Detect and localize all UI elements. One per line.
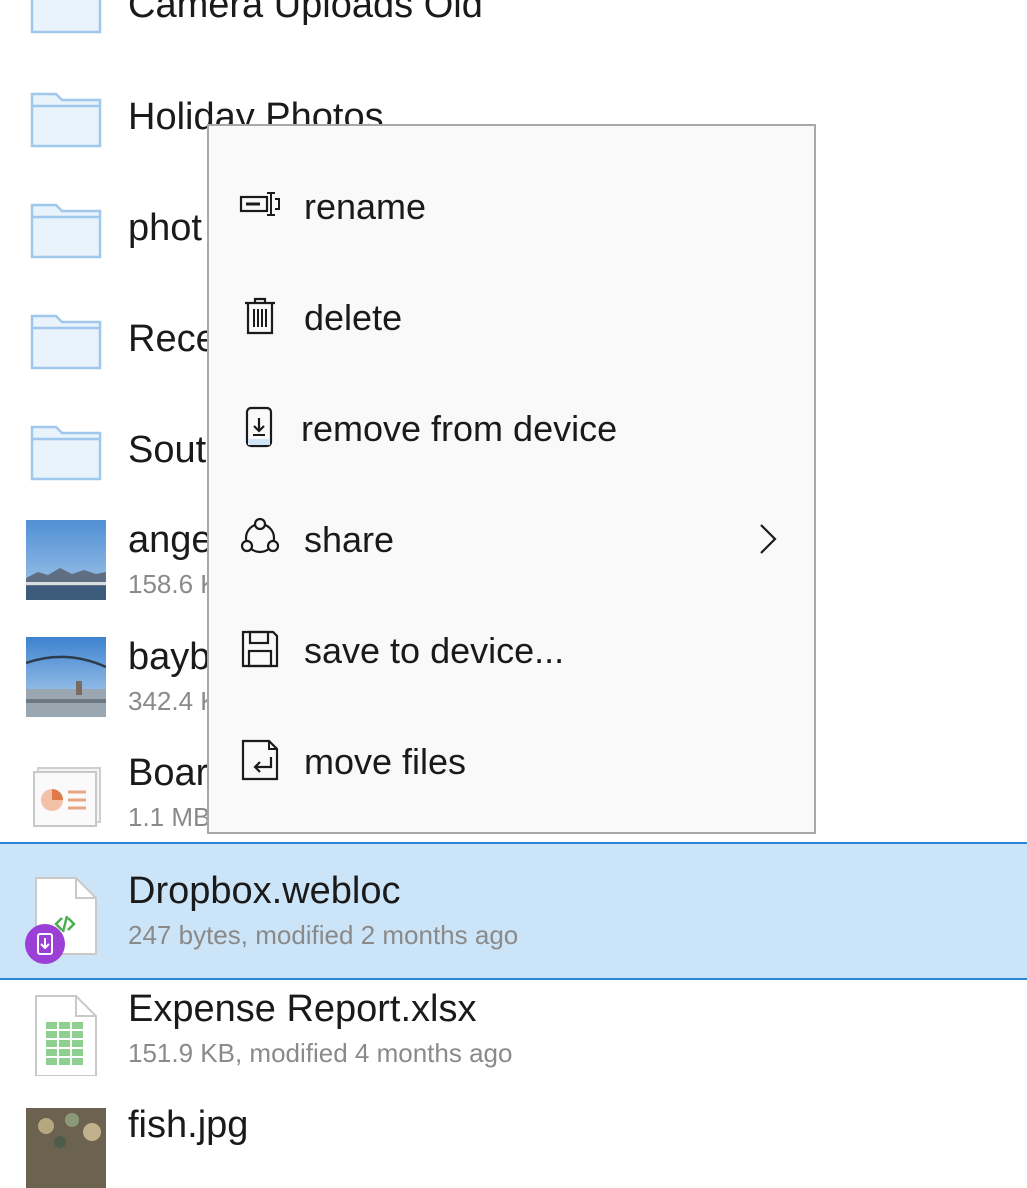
menu-item-rename[interactable]: rename [209, 150, 814, 261]
menu-item-label: share [304, 519, 395, 560]
file-name: ange [128, 519, 213, 561]
rename-icon [239, 192, 280, 216]
list-item-folder[interactable]: Camera Uploads Old [0, 0, 1027, 70]
context-menu: rename delete remove from device share s… [207, 124, 816, 834]
floppy-disk-icon [241, 630, 279, 668]
menu-item-remove-from-device[interactable]: remove from device [209, 372, 814, 483]
phone-download-icon [245, 406, 273, 448]
file-name: Expense Report.xlsx [128, 988, 477, 1030]
image-thumbnail [26, 520, 106, 600]
file-name: phot [128, 207, 202, 249]
file-name: Rece [128, 318, 217, 360]
spreadsheet-file-icon [35, 995, 97, 1076]
file-name: bayb [128, 636, 211, 678]
menu-item-save-to-device[interactable]: save to device... [209, 594, 814, 705]
folder-icon [30, 203, 102, 259]
file-name: Dropbox.webloc [128, 870, 401, 912]
list-item-selected[interactable]: Dropbox.webloc 247 bytes, modified 2 mon… [0, 842, 1027, 980]
move-file-icon [241, 739, 279, 781]
file-details: 342.4 K [128, 686, 218, 716]
folder-icon [30, 314, 102, 370]
presentation-file-icon [33, 767, 101, 827]
menu-item-share[interactable]: share [209, 483, 814, 594]
trash-icon [245, 297, 275, 335]
list-item-spreadsheet[interactable]: Expense Report.xlsx 151.9 KB, modified 4… [0, 982, 1027, 1082]
file-details: 247 bytes, modified 2 months ago [128, 920, 519, 950]
menu-item-move-files[interactable]: move files [209, 705, 814, 816]
list-item-image[interactable]: fish.jpg [0, 1100, 1027, 1188]
chevron-right-icon [760, 524, 777, 554]
share-icon [240, 517, 280, 554]
folder-icon [30, 0, 102, 34]
file-name: Camera Uploads Old [128, 0, 483, 26]
menu-item-label: remove from device [301, 408, 618, 449]
file-details: 158.6 K [128, 569, 218, 599]
file-name: Boar [128, 752, 209, 794]
folder-icon [30, 425, 102, 481]
file-name: fish.jpg [128, 1104, 249, 1146]
offline-device-badge-icon [25, 924, 65, 964]
file-name: Sout [128, 429, 207, 471]
menu-item-label: rename [304, 186, 427, 227]
menu-item-label: move files [304, 741, 467, 782]
folder-icon [30, 92, 102, 148]
menu-item-label: save to device... [304, 630, 565, 671]
file-details: 1.1 MB, [128, 802, 218, 832]
menu-item-delete[interactable]: delete [209, 261, 814, 372]
image-thumbnail [26, 1108, 106, 1188]
file-details: 151.9 KB, modified 4 months ago [128, 1038, 513, 1068]
image-thumbnail [26, 637, 106, 717]
menu-item-label: delete [304, 297, 403, 338]
